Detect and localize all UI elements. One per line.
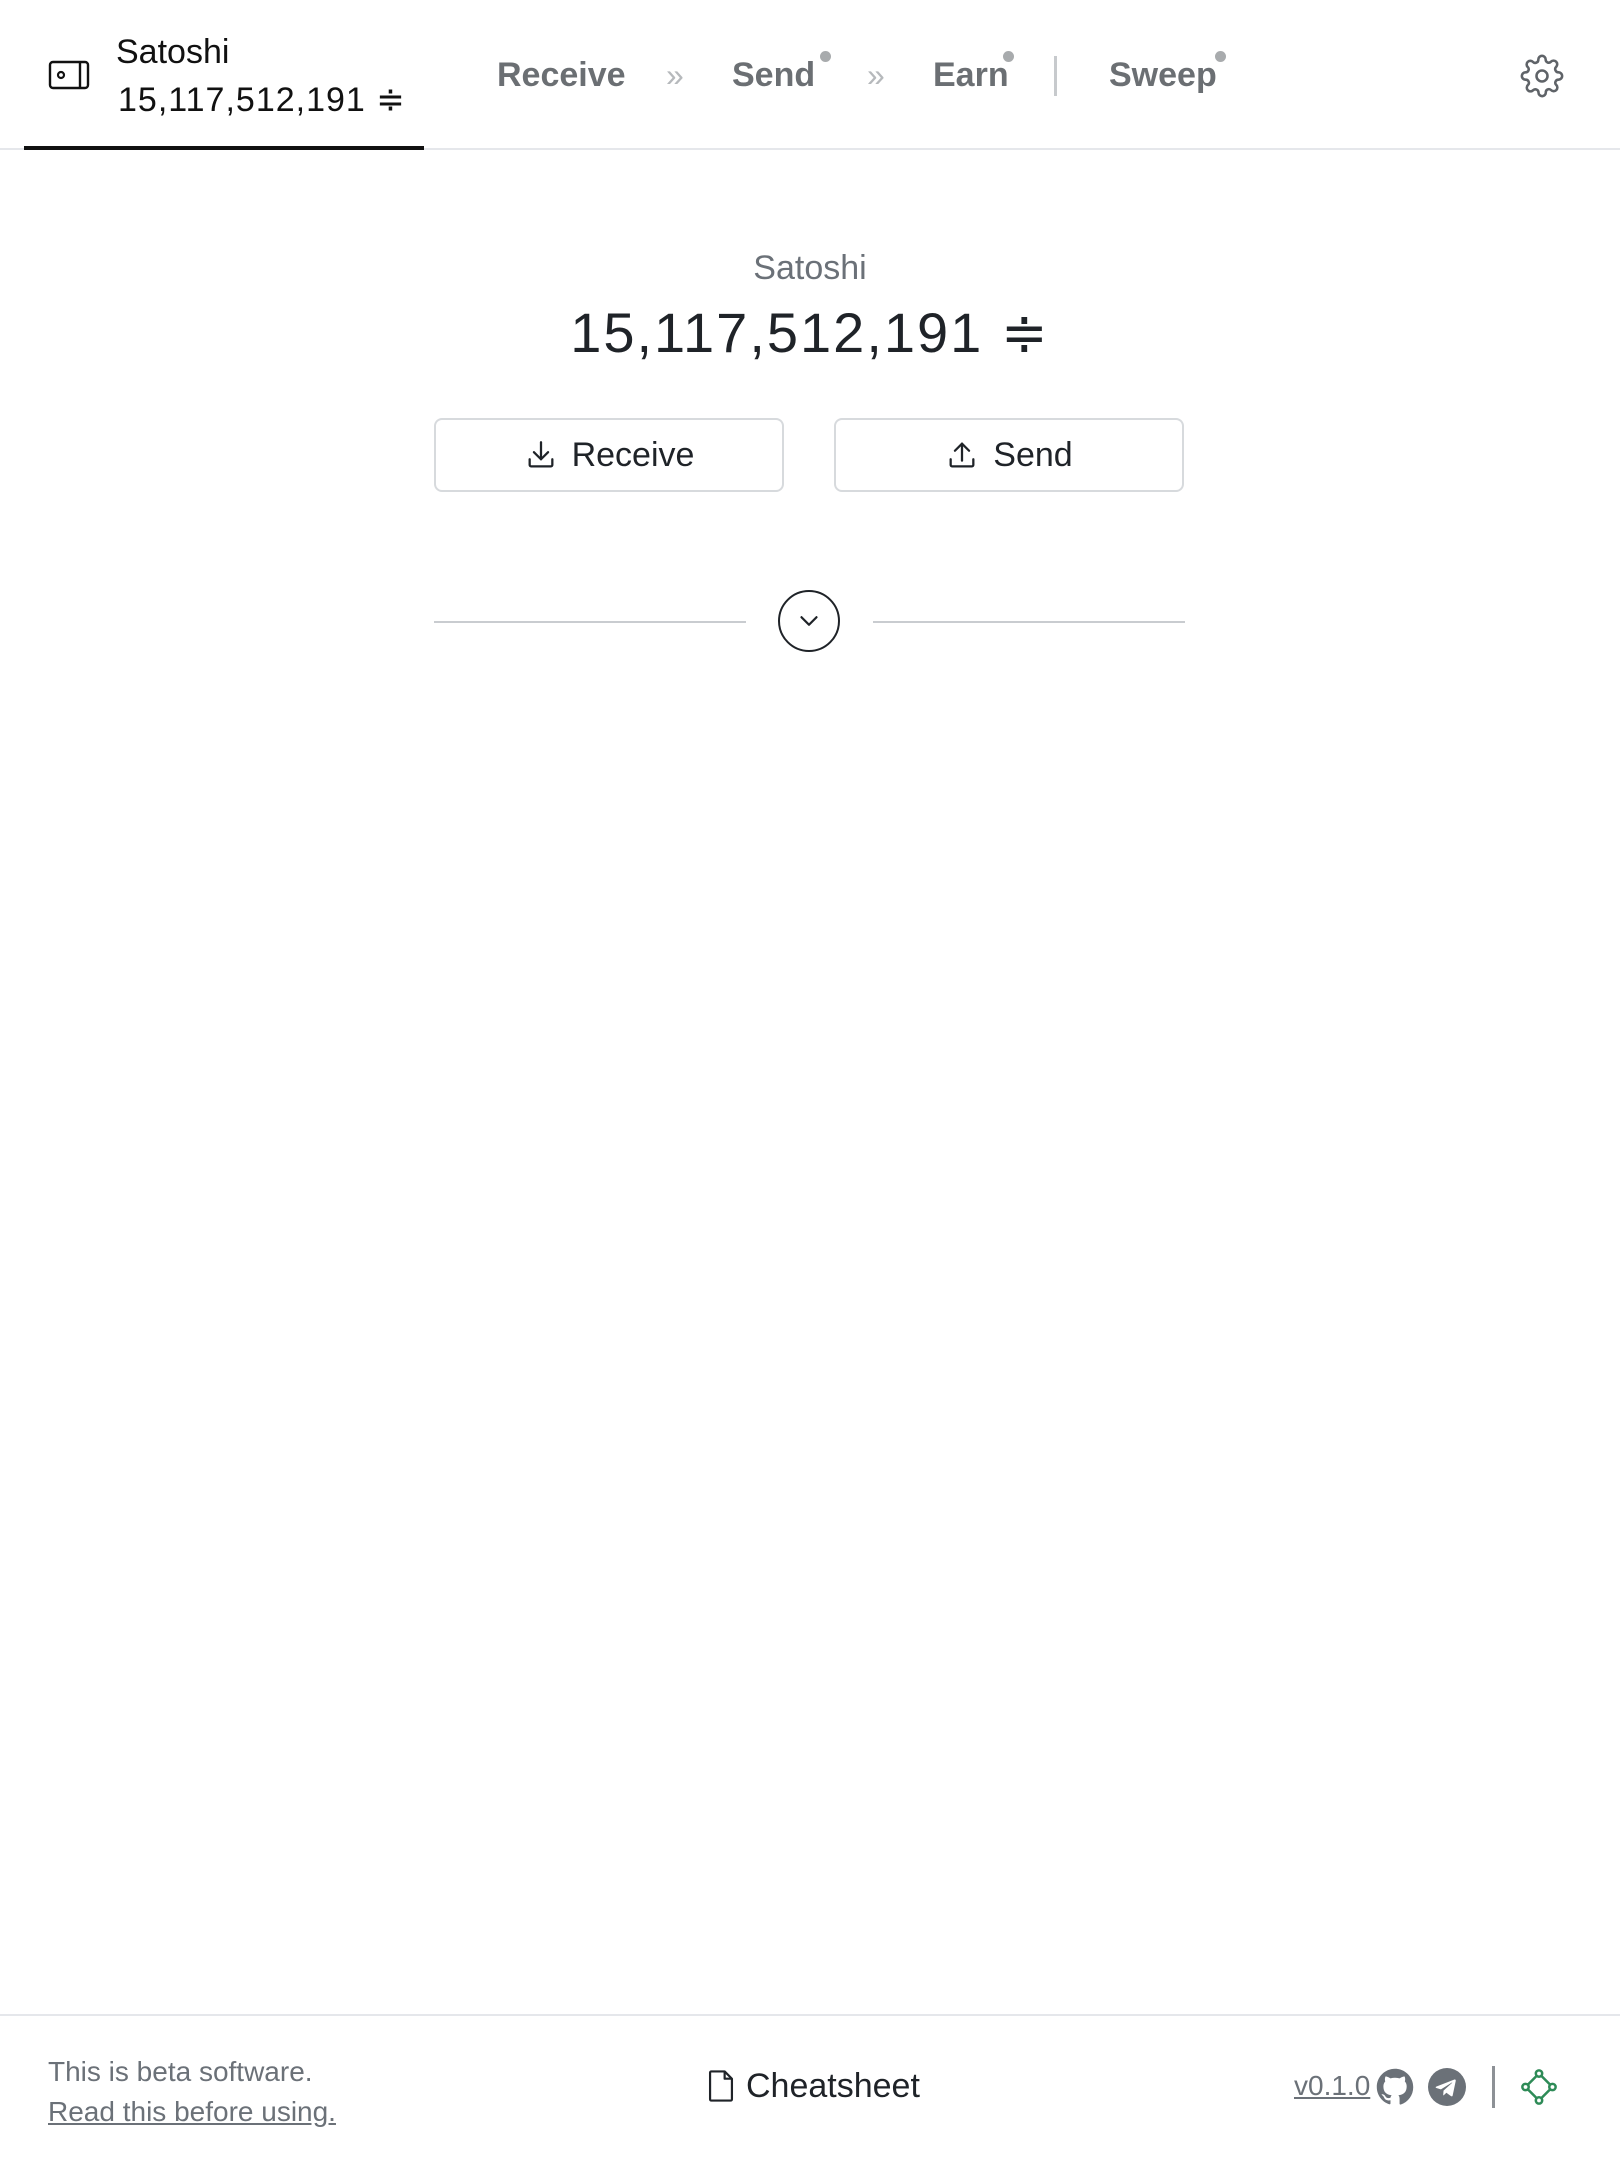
footer: This is beta software. Read this before … [0,2014,1620,2160]
upload-icon [949,442,975,468]
wallet-balance: 15,117,512,191 ≑ [118,81,406,119]
cheatsheet-label: Cheatsheet [746,2067,920,2105]
nav-sweep[interactable]: Sweep [1109,52,1217,98]
nav-chevron: » [867,57,885,93]
send-status-dot [820,51,831,62]
github-icon[interactable] [1376,2068,1414,2106]
receive-button[interactable]: Receive [434,418,784,492]
wallet-balance-large: 15,117,512,191 ≑ [570,301,1050,364]
nav-receive[interactable]: Receive [497,52,626,98]
gear-icon[interactable] [1520,54,1564,98]
beta-notice: This is beta software. [48,2056,313,2087]
beta-read-link[interactable]: Read this before using. [48,2092,336,2132]
send-button-label: Send [993,435,1073,474]
wallet-label: Satoshi [753,249,867,287]
receive-button-label: Receive [571,435,695,474]
wallet-tab[interactable]: Satoshi 15,117,512,191 ≑ [24,0,424,150]
top-navigation-bar: Satoshi 15,117,512,191 ≑ Receive » Send … [0,0,1620,150]
telegram-icon[interactable] [1428,2068,1466,2106]
version-link[interactable]: v0.1.0 [1294,2066,1370,2106]
nav-send[interactable]: Send [732,52,815,98]
cheatsheet-link[interactable]: Cheatsheet [706,2064,920,2108]
divider-left [434,621,746,623]
nav-separator [1054,56,1057,96]
nav-chevron: » [666,57,684,93]
document-icon [708,2070,734,2102]
download-icon [528,441,554,468]
chevron-down-icon [800,616,818,626]
divider-right [873,621,1185,623]
expand-button[interactable] [778,590,840,652]
footer-separator [1492,2066,1495,2108]
send-button[interactable]: Send [834,418,1184,492]
sweep-status-dot [1215,51,1226,62]
nav-earn[interactable]: Earn [933,52,1009,98]
network-icon[interactable] [1520,2068,1558,2106]
wallet-icon [48,60,90,90]
earn-status-dot [1003,51,1014,62]
wallet-name: Satoshi [116,33,230,71]
